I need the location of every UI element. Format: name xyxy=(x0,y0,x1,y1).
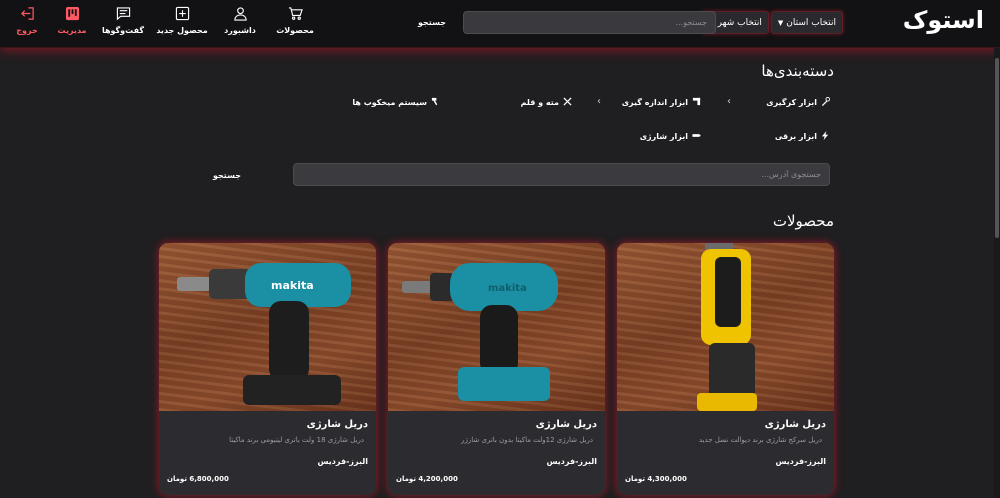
ruler-icon xyxy=(692,97,701,108)
address-search-input[interactable] xyxy=(293,163,830,186)
products-title: محصولات xyxy=(772,212,834,230)
province-select-label: انتخاب استان xyxy=(786,17,836,28)
product-description: دریل شارژی 18 ولت باتری لیتیومی برند ماک… xyxy=(229,436,364,444)
category-item-bits[interactable]: مته و قلم xyxy=(521,97,572,108)
category-label: ابزار برقی xyxy=(774,132,817,141)
product-name: دریل شارژی xyxy=(764,419,826,430)
lightning-icon xyxy=(821,131,830,142)
category-item-cordless[interactable]: ابزار شارژی xyxy=(640,131,701,142)
product-card[interactable]: دریل شارژی دریل سرکج شارژی برند دیوالت ن… xyxy=(617,243,834,495)
category-item-nailers[interactable]: سیستم میخکوب ها xyxy=(352,97,440,108)
plus-square-icon xyxy=(152,6,212,24)
category-item-power-tools[interactable]: ابزار برقی xyxy=(775,131,830,142)
product-card[interactable]: makita دریل شارژی دریل شارژی 12ولت ماکیت… xyxy=(388,243,605,495)
province-select[interactable]: انتخاب استان ▼ xyxy=(770,11,843,34)
location-selects: انتخاب استان ▼ انتخاب شهر ▼ xyxy=(702,11,843,34)
nav-new-product[interactable]: محصول جدید xyxy=(152,6,212,35)
chevron-left-icon: ‹ xyxy=(597,96,601,107)
page-scrollbar[interactable] xyxy=(994,48,1000,498)
chevron-down-icon: ▼ xyxy=(777,18,784,27)
nav-products-label: محصولات xyxy=(276,26,314,35)
product-location: البرز-فردیس xyxy=(317,457,368,466)
nav-chats-label: گفت‌وگوها xyxy=(101,26,145,35)
user-icon xyxy=(210,6,270,24)
category-item-hand-tools[interactable]: ابزار کرگیری xyxy=(766,97,830,108)
product-photo-makita-drill: makita xyxy=(388,243,605,411)
chat-icon xyxy=(93,6,153,24)
product-price: 6,800,000 تومان xyxy=(167,475,229,483)
nav-logout[interactable]: خروج xyxy=(0,6,57,35)
category-label: ابزار اندازه گیری xyxy=(621,98,688,107)
product-location: البرز-فردیس xyxy=(775,457,826,466)
nav-logout-label: خروج xyxy=(16,26,38,35)
category-label: سیستم میخکوب ها xyxy=(352,98,427,107)
city-select-label: انتخاب شهر xyxy=(717,17,762,28)
product-card[interactable]: makita دریل شارژی دریل شارژی 18 ولت باتر… xyxy=(159,243,376,495)
nav-admin-label: مدیریت xyxy=(57,26,87,35)
site-logo[interactable]: استوک xyxy=(903,6,984,34)
product-search-input[interactable] xyxy=(463,11,716,34)
hammer-icon xyxy=(431,97,440,108)
product-photo-makita-18v-drill: makita xyxy=(159,243,376,411)
svg-text:makita: makita xyxy=(271,279,314,292)
category-label: مته و قلم xyxy=(520,98,559,107)
product-description: دریل سرکج شارژی برند دیوالت نسل جدید xyxy=(698,436,822,444)
product-photo-dewalt-drill xyxy=(617,243,834,411)
battery-icon xyxy=(692,131,701,142)
chevron-left-icon: ‹ xyxy=(727,96,731,107)
svg-text:makita: makita xyxy=(488,283,527,294)
nav-dashboard[interactable]: داشبورد xyxy=(210,6,270,35)
product-description: دریل شارژی 12ولت ماکیتا بدون باتری شارژر xyxy=(461,436,593,444)
cart-icon xyxy=(265,6,325,24)
category-item-measuring[interactable]: ابزار اندازه گیری xyxy=(622,97,701,108)
product-name: دریل شارژی xyxy=(535,419,597,430)
product-price: 4,200,000 تومان xyxy=(396,475,458,483)
wrench-icon xyxy=(821,97,830,108)
address-search-button[interactable]: جستجو xyxy=(205,168,249,182)
category-label: ابزار کرگیری xyxy=(766,98,817,107)
nav-chats[interactable]: گفت‌وگوها xyxy=(93,6,153,35)
product-search-button[interactable]: جستجو xyxy=(412,14,452,30)
product-location: البرز-فردیس xyxy=(546,457,597,466)
nav-products[interactable]: محصولات xyxy=(265,6,325,35)
nav-dashboard-label: داشبورد xyxy=(224,26,256,35)
product-name: دریل شارژی xyxy=(306,419,368,430)
category-label: ابزار شارژی xyxy=(639,132,688,141)
nav-new-product-label: محصول جدید xyxy=(156,26,208,35)
top-navbar: استوک انتخاب استان ▼ انتخاب شهر ▼ جستجو … xyxy=(0,0,1000,48)
scrollbar-thumb[interactable] xyxy=(995,58,999,238)
tools-icon xyxy=(563,97,572,108)
logout-icon xyxy=(0,6,57,24)
categories-title: دسته‌بندی‌ها xyxy=(761,62,834,80)
product-price: 4,300,000 تومان xyxy=(625,475,687,483)
